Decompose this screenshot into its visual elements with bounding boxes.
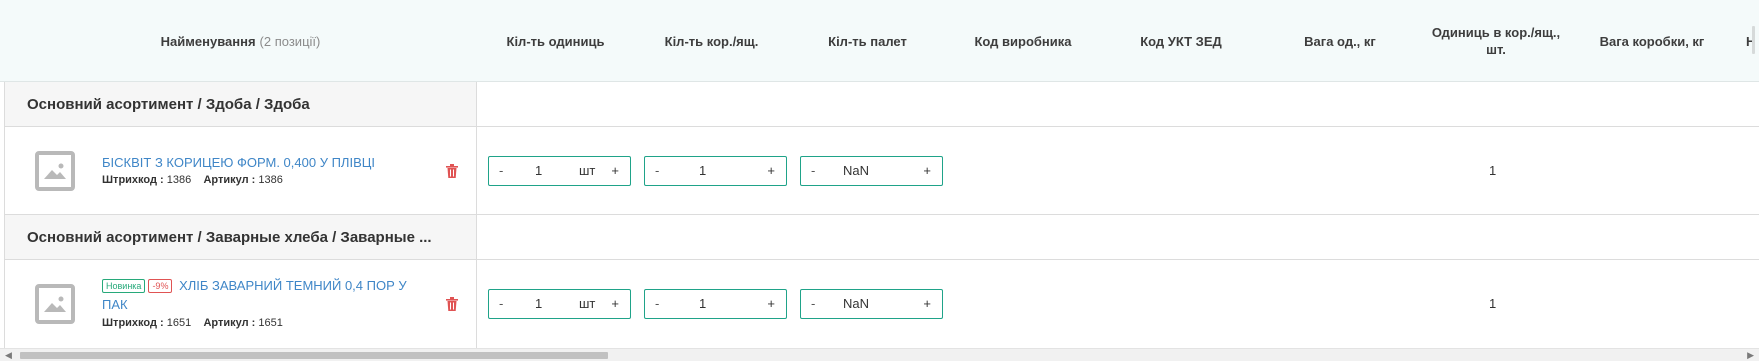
increment-button[interactable]: + xyxy=(923,163,931,178)
quantity-stepper-pallets: - NaN + xyxy=(800,289,943,319)
article-value: 1651 xyxy=(258,317,283,329)
column-resize-handle[interactable] xyxy=(1752,26,1755,54)
column-header-qty-boxes[interactable]: Кіл-ть кор./ящ. xyxy=(634,0,789,82)
quantity-stepper-units: - 1 шт + xyxy=(488,156,631,186)
quantity-stepper-boxes: - 1 + xyxy=(644,156,787,186)
article-value: 1386 xyxy=(258,174,283,186)
article-label: Артикул : xyxy=(203,174,256,186)
table-row: БІСКВІТ З КОРИЦЕЮ ФОРМ. 0,400 У ПЛІВЦІ Ш… xyxy=(4,127,1759,215)
quantity-value[interactable]: 1 xyxy=(699,296,706,311)
barcode-label: Штрихкод : xyxy=(102,317,164,329)
decrement-button[interactable]: - xyxy=(811,296,815,311)
quantity-stepper-units: - 1 шт + xyxy=(488,289,631,319)
item-count: (2 позиції) xyxy=(259,33,321,49)
barcode-value: 1651 xyxy=(166,317,192,329)
group-title: Основний асортимент / Здоба / Здоба xyxy=(27,95,310,113)
quantity-value[interactable]: 1 xyxy=(535,163,542,178)
decrement-button[interactable]: - xyxy=(655,296,659,311)
quantity-value[interactable]: NaN xyxy=(843,296,869,311)
article-label: Артикул : xyxy=(203,317,256,329)
image-placeholder-icon[interactable] xyxy=(35,151,75,191)
decrement-button[interactable]: - xyxy=(499,296,503,311)
group-row-filler xyxy=(476,82,1759,126)
scrollbar-thumb[interactable] xyxy=(20,352,608,359)
product-table: Найменування (2 позиції) Кіл-ть одиниць … xyxy=(0,0,1759,361)
scroll-right-arrow-icon[interactable]: ▶ xyxy=(1747,350,1754,361)
trash-icon[interactable] xyxy=(446,164,458,178)
group-row: Основний асортимент / Заварные хлеба / З… xyxy=(4,215,1759,260)
quantity-stepper-boxes: - 1 + xyxy=(644,289,787,319)
increment-button[interactable]: + xyxy=(611,163,619,178)
column-header-uktzed-code[interactable]: Код УКТ ЗЕД xyxy=(1100,0,1262,82)
group-title: Основний асортимент / Заварные хлеба / З… xyxy=(27,228,432,246)
increment-button[interactable]: + xyxy=(767,296,775,311)
column-divider xyxy=(476,260,477,348)
name-header-label: Найменування xyxy=(160,33,256,49)
table-header: Найменування (2 позиції) Кіл-ть одиниць … xyxy=(0,0,1759,82)
column-header-name[interactable]: Найменування (2 позиції) xyxy=(4,0,477,82)
table-row: Новинка -9% ХЛІБ ЗАВАРНИЙ ТЕМНИЙ 0,4 ПОР … xyxy=(4,260,1759,348)
product-name-block: Новинка -9% ХЛІБ ЗАВАРНИЙ ТЕМНИЙ 0,4 ПОР … xyxy=(102,276,412,314)
unit-label: шт xyxy=(579,296,596,311)
decrement-button[interactable]: - xyxy=(655,163,659,178)
product-meta: Штрихкод : 1651 Артикул : 1651 xyxy=(102,317,283,329)
scroll-left-arrow-icon[interactable]: ◀ xyxy=(5,350,12,361)
column-header-qty-pallets[interactable]: Кіл-ть палет xyxy=(789,0,946,82)
barcode-value: 1386 xyxy=(166,174,192,186)
quantity-value[interactable]: 1 xyxy=(535,296,542,311)
increment-button[interactable]: + xyxy=(611,296,619,311)
decrement-button[interactable]: - xyxy=(811,163,815,178)
image-placeholder-icon[interactable] xyxy=(35,284,75,324)
column-divider xyxy=(476,127,477,215)
group-row-filler xyxy=(476,215,1759,259)
quantity-value[interactable]: 1 xyxy=(699,163,706,178)
column-header-unit-weight[interactable]: Вага од., кг xyxy=(1262,0,1418,82)
product-meta: Штрихкод : 1386 Артикул : 1386 xyxy=(102,174,283,186)
quantity-stepper-pallets: - NaN + xyxy=(800,156,943,186)
column-header-manufacturer-code[interactable]: Код виробника xyxy=(946,0,1100,82)
quantity-value[interactable]: NaN xyxy=(843,163,869,178)
increment-button[interactable]: + xyxy=(923,296,931,311)
trash-icon[interactable] xyxy=(446,297,458,311)
column-header-units-per-box[interactable]: Одиниць в кор./ящ., шт. xyxy=(1418,0,1574,82)
column-header-box-weight[interactable]: Вага коробки, кг xyxy=(1574,0,1730,82)
column-header-qty-units[interactable]: Кіл-ть одиниць xyxy=(477,0,634,82)
unit-label: шт xyxy=(579,163,596,178)
decrement-button[interactable]: - xyxy=(499,163,503,178)
horizontal-scrollbar[interactable]: ◀ ▶ xyxy=(0,348,1759,361)
group-row: Основний асортимент / Здоба / Здоба xyxy=(4,82,1759,127)
increment-button[interactable]: + xyxy=(767,163,775,178)
barcode-label: Штрихкод : xyxy=(102,174,164,186)
product-name-link[interactable]: БІСКВІТ З КОРИЦЕЮ ФОРМ. 0,400 У ПЛІВЦІ xyxy=(102,153,412,172)
units-per-box-value: 1 xyxy=(1489,296,1497,311)
badge-discount: -9% xyxy=(148,279,173,293)
units-per-box-value: 1 xyxy=(1489,163,1497,178)
badge-new: Новинка xyxy=(102,279,146,293)
